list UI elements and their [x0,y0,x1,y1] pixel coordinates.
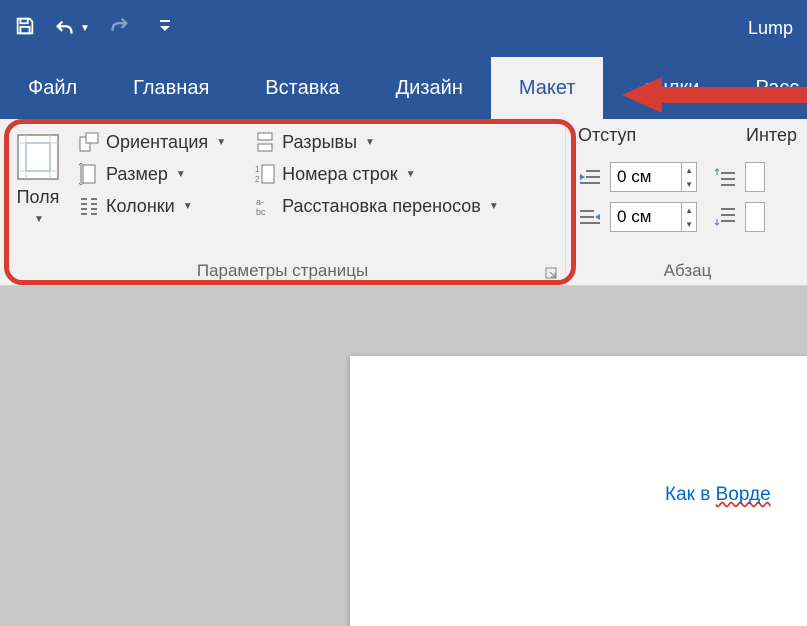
tab-insert[interactable]: Вставка [237,57,367,119]
spacing-header: Интер [746,125,797,146]
hyphenation-button[interactable]: a-bc Расстановка переносов▼ [250,193,503,219]
spin-up-icon[interactable]: ▲ [682,163,696,177]
breaks-icon [254,131,276,153]
ribbon-tabs: Файл Главная Вставка Дизайн Макет сылки … [0,57,807,119]
margins-label: Поля [17,187,60,208]
document-text[interactable]: Как в Ворде [665,484,771,506]
tab-file[interactable]: Файл [0,57,105,119]
spacing-after-input[interactable] [746,203,765,231]
quick-access-toolbar: ▼ [14,15,172,43]
tab-home[interactable]: Главная [105,57,237,119]
title-bar: ▼ Lump [0,0,807,57]
page-setup-group-label: Параметры страницы [10,257,555,281]
svg-text:1: 1 [255,165,260,174]
tab-layout[interactable]: Макет [491,57,604,119]
spacing-before-input[interactable] [746,163,765,191]
breaks-button[interactable]: Разрывы▼ [250,129,503,155]
indent-right-input[interactable] [611,203,681,231]
redo-icon[interactable] [108,15,130,43]
indent-header: Отступ [578,125,746,146]
tab-design[interactable]: Дизайн [368,57,491,119]
document-page[interactable]: Как в Ворде [350,356,807,626]
indent-left-input[interactable] [611,163,681,191]
save-icon[interactable] [14,15,36,43]
spacing-before-icon [713,167,737,187]
indent-left-icon [578,167,602,187]
spacing-after-icon [713,207,737,227]
svg-text:bc: bc [256,207,266,217]
orientation-icon [78,131,100,153]
spin-down-icon[interactable]: ▼ [682,177,696,191]
indent-right-icon [578,207,602,227]
document-area: Как в Ворде [0,286,807,626]
hyphenation-icon: a-bc [254,195,276,217]
svg-text:2: 2 [255,175,260,184]
dialog-launcher-icon[interactable] [545,267,557,279]
margins-icon [16,133,60,181]
spin-down-icon[interactable]: ▼ [682,217,696,231]
group-page-setup: Поля ▼ Ориентация▼ Размер▼ Колонки▼ [0,119,566,285]
spin-up-icon[interactable]: ▲ [682,203,696,217]
size-button[interactable]: Размер▼ [74,161,230,187]
size-icon [78,163,100,185]
line-numbers-icon: 12 [254,163,276,185]
orientation-button[interactable]: Ориентация▼ [74,129,230,155]
chevron-down-icon: ▼ [34,214,44,225]
line-numbers-button[interactable]: 12 Номера строк▼ [250,161,503,187]
spacing-before-spinner[interactable] [745,162,765,192]
spacing-after-spinner[interactable] [745,202,765,232]
columns-button[interactable]: Колонки▼ [74,193,230,219]
svg-text:a-: a- [256,197,264,207]
paragraph-group-label: Абзац [578,257,797,281]
ribbon: Поля ▼ Ориентация▼ Размер▼ Колонки▼ [0,119,807,286]
indent-left-spinner[interactable]: ▲▼ [610,162,697,192]
undo-icon[interactable]: ▼ [54,18,90,40]
margins-button[interactable]: Поля ▼ [10,125,66,257]
document-title: Lump [748,18,793,39]
qat-customize-icon[interactable] [158,17,172,41]
group-paragraph: Отступ Интер ▲▼ [566,119,807,285]
tab-references[interactable]: сылки [603,57,727,119]
indent-right-spinner[interactable]: ▲▼ [610,202,697,232]
columns-icon [78,195,100,217]
tab-mailings[interactable]: Расс [727,57,807,119]
